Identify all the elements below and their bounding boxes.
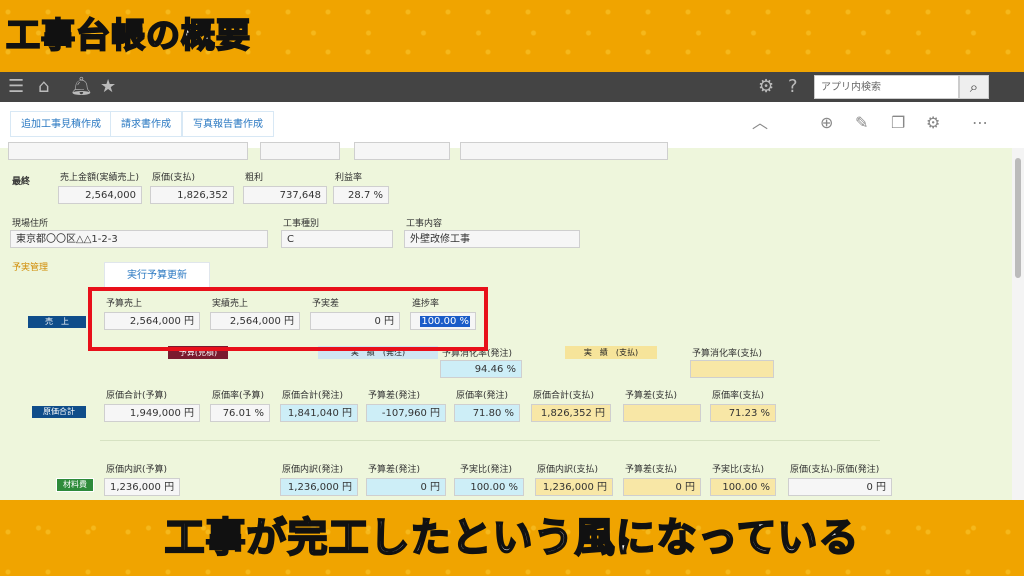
cost-budget-field[interactable]: 1,949,000 円 [104, 404, 200, 422]
cost-pay-total-field[interactable]: 1,826,352 円 [531, 404, 611, 422]
settings-icon[interactable]: ⚙ [926, 114, 940, 132]
material-tag: 材料費 [56, 478, 94, 492]
gear-icon[interactable]: ⚙ [758, 77, 774, 97]
work-content-label: 工事内容 [406, 219, 443, 229]
gross-profit-label: 粗利 [245, 173, 264, 183]
material-order-label: 原価内訳(発注) [282, 465, 344, 475]
cost-budget-label: 原価合計(予算) [106, 391, 168, 401]
cost-rate-order-label: 原価率(発注) [456, 391, 509, 401]
variance-order-label: 予算差(発注) [368, 391, 421, 401]
consumption-order-field[interactable]: 94.46 % [440, 360, 522, 378]
site-address-field[interactable]: 東京都〇〇区△△1-2-3 [10, 230, 268, 248]
material-budget-field[interactable]: 1,236,000 円 [104, 478, 180, 496]
variance-pay-label: 予算差(支払) [625, 391, 678, 401]
home-icon[interactable]: ⌂ [38, 77, 49, 97]
cost-pay-label: 原価(支払) [152, 173, 196, 183]
material-variance-pay-field[interactable]: 0 円 [623, 478, 701, 496]
material-budget-label: 原価内訳(予算) [106, 465, 168, 475]
bell-icon[interactable]: 🔔︎ [70, 77, 93, 97]
variance-pay-field[interactable] [623, 404, 701, 422]
actual-pay-band: 実 績 (支払) [565, 346, 657, 359]
partial-field [8, 142, 248, 160]
material-ratio-pay-label: 予実比(支払) [712, 465, 765, 475]
material-diff-field[interactable]: 0 円 [788, 478, 892, 496]
help-icon[interactable]: ? [788, 77, 798, 97]
work-type-label: 工事種別 [283, 219, 320, 229]
partial-field [354, 142, 450, 160]
menu-icon[interactable]: ☰ [8, 77, 24, 97]
plus-icon[interactable]: ⊕ [820, 114, 833, 132]
material-ratio-order-label: 予実比(発注) [460, 465, 513, 475]
cost-rate-order-field[interactable]: 71.80 % [454, 404, 520, 422]
star-icon[interactable]: ★ [100, 77, 116, 97]
chevron-up-icon[interactable]: ︿ [752, 114, 768, 132]
material-order-field[interactable]: 1,236,000 円 [280, 478, 358, 496]
cost-rate-budget-label: 原価率(予算) [212, 391, 265, 401]
budget-section-label: 予実管理 [12, 263, 49, 273]
material-ratio-pay-field[interactable]: 100.00 % [710, 478, 776, 496]
profit-rate-field[interactable]: 28.7 % [333, 186, 389, 204]
cost-total-tag: 原価合計 [32, 406, 86, 418]
partial-field [260, 142, 340, 160]
top-navigation-bar: ☰ ⌂ 🔔︎ ★ ⚙ ? アプリ内検索 ⌕ [0, 72, 1024, 102]
cost-order-field[interactable]: 1,841,040 円 [280, 404, 358, 422]
material-pay-label: 原価内訳(支払) [537, 465, 599, 475]
material-variance-order-label: 予算差(発注) [368, 465, 421, 475]
consumption-pay-label: 予算消化率(支払) [692, 349, 763, 359]
scrollbar[interactable] [1012, 148, 1024, 500]
site-address-label: 現場住所 [12, 219, 49, 229]
consumption-pay-field[interactable] [690, 360, 774, 378]
final-label: 最終 [12, 177, 31, 187]
material-pay-field[interactable]: 1,236,000 円 [535, 478, 613, 496]
cost-rate-pay-field[interactable]: 71.23 % [710, 404, 776, 422]
banner-title: 工事台帳の概要 [5, 15, 251, 57]
scrollbar-thumb[interactable] [1015, 158, 1021, 278]
section-divider [100, 440, 880, 441]
copy-icon[interactable]: ❐ [891, 114, 905, 132]
cost-rate-pay-label: 原価率(支払) [712, 391, 765, 401]
material-variance-pay-label: 予算差(支払) [625, 465, 678, 475]
material-ratio-order-field[interactable]: 100.00 % [454, 478, 524, 496]
profit-rate-label: 利益率 [335, 173, 363, 183]
work-content-field[interactable]: 外壁改修工事 [404, 230, 580, 248]
cost-rate-budget-field[interactable]: 76.01 % [210, 404, 270, 422]
update-budget-button[interactable]: 実行予算更新 [104, 262, 210, 290]
cost-order-label: 原価合計(発注) [282, 391, 344, 401]
invoice-button[interactable]: 請求書作成 [110, 111, 182, 137]
photo-report-button[interactable]: 写真報告書作成 [182, 111, 274, 137]
material-variance-order-field[interactable]: 0 円 [366, 478, 446, 496]
sales-amount-field[interactable]: 2,564,000 [58, 186, 142, 204]
more-icon[interactable]: ⋯ [972, 114, 988, 132]
add-estimate-button[interactable]: 追加工事見積作成 [10, 111, 112, 137]
material-diff-label: 原価(支払)-原価(発注) [790, 465, 880, 475]
highlight-box [88, 287, 488, 351]
partial-field [460, 142, 668, 160]
gross-profit-field[interactable]: 737,648 [243, 186, 327, 204]
subtitle-caption: 工事が完工したという風になっている [164, 514, 860, 562]
app-screen: ☰ ⌂ 🔔︎ ★ ⚙ ? アプリ内検索 ⌕ 追加工事見積作成 請求書作成 写真報… [0, 72, 1024, 500]
sales-tag: 売 上 [28, 316, 86, 328]
variance-order-field[interactable]: -107,960 円 [366, 404, 446, 422]
cost-pay-field[interactable]: 1,826,352 [150, 186, 234, 204]
work-type-field[interactable]: C [281, 230, 393, 248]
app-search-input[interactable]: アプリ内検索 [814, 75, 959, 99]
edit-icon[interactable]: ✎ [855, 114, 868, 132]
search-icon[interactable]: ⌕ [959, 75, 989, 99]
sales-amount-label: 売上金額(実績売上) [60, 173, 140, 183]
cost-pay-total-label: 原価合計(支払) [533, 391, 595, 401]
